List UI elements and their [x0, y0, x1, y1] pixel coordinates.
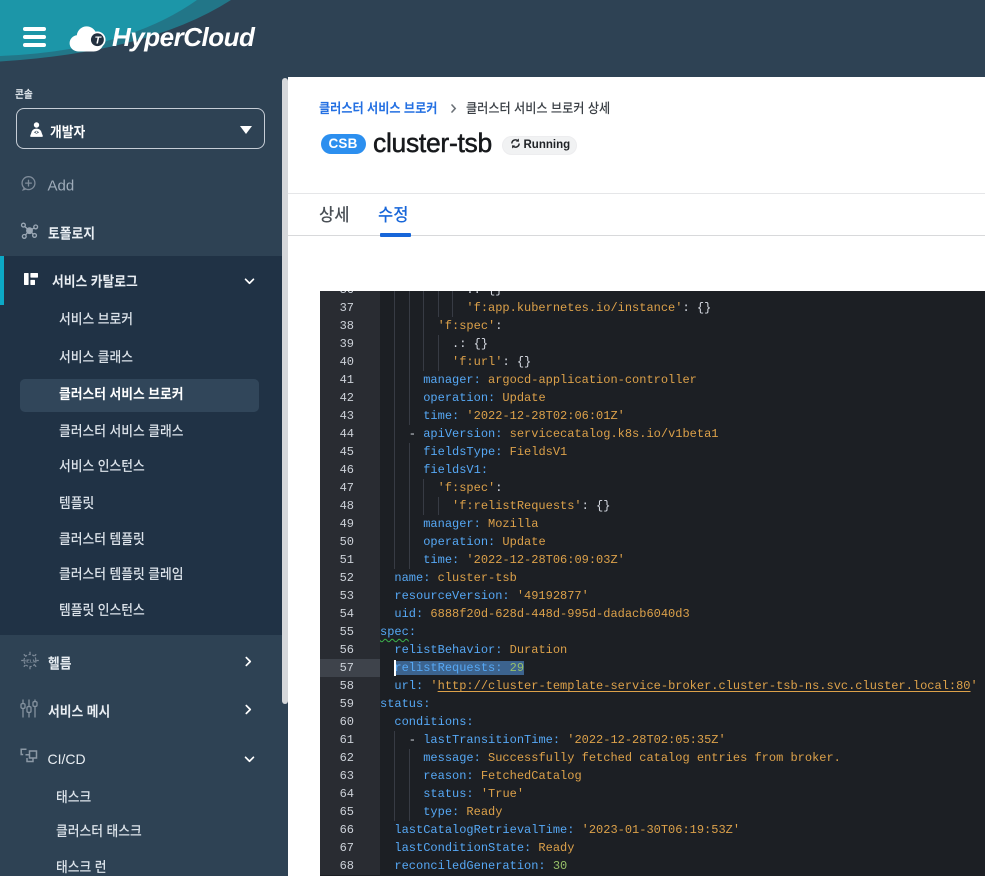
- svg-text:HELM: HELM: [23, 659, 36, 664]
